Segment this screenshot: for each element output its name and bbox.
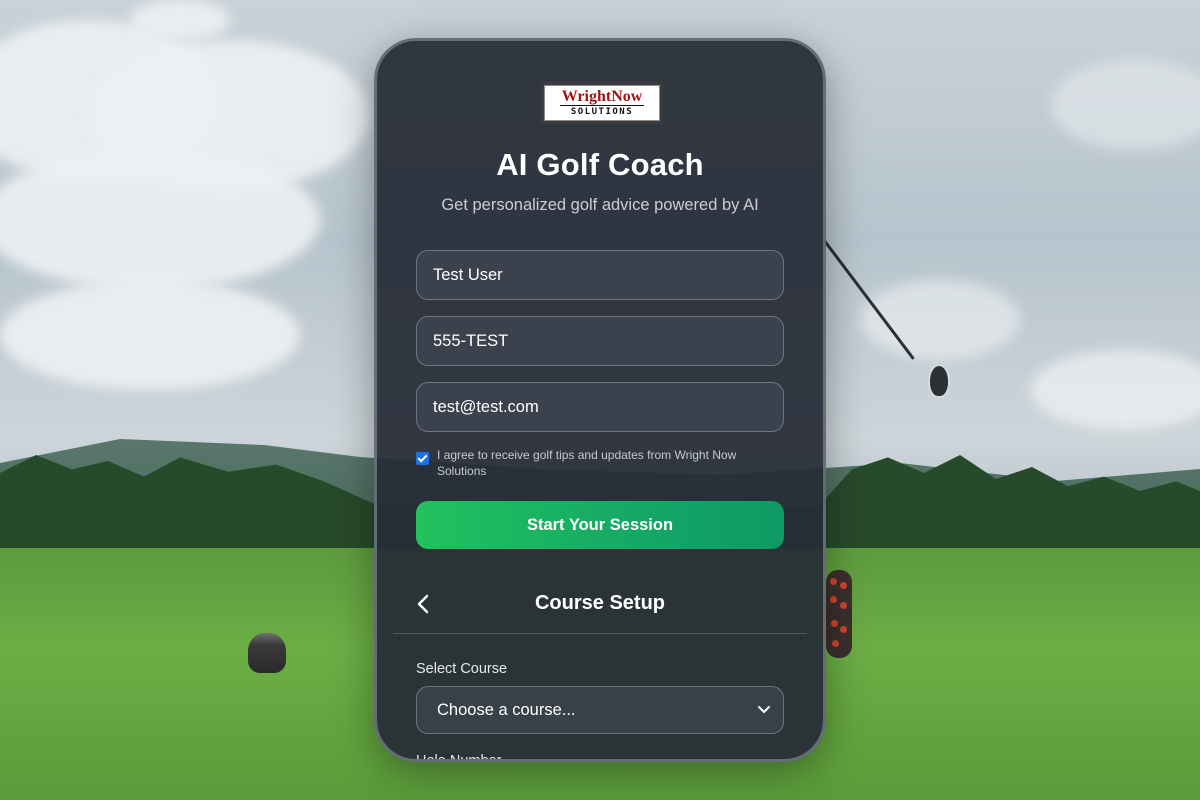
cloud [0, 280, 300, 390]
consent-checkbox[interactable] [416, 452, 429, 465]
start-session-button[interactable]: Start Your Session [416, 501, 784, 549]
name-input[interactable] [416, 250, 784, 300]
course-select-value: Choose a course... [437, 700, 576, 719]
logo-sub-text: SOLUTIONS [570, 106, 634, 117]
cloud [130, 0, 230, 40]
consent-label: I agree to receive golf tips and updates… [437, 448, 737, 478]
golf-club-head [928, 364, 950, 398]
company-logo: WrightNow SOLUTIONS [541, 82, 663, 124]
signup-card: WrightNow SOLUTIONS AI Golf Coach Get pe… [374, 38, 826, 762]
course-select[interactable]: Choose a course... [416, 686, 784, 734]
section-divider [393, 633, 807, 634]
select-course-label: Select Course [416, 661, 508, 677]
course-setup-title: Course Setup [534, 592, 666, 614]
page-subtitle: Get personalized golf advice powered by … [441, 196, 759, 214]
logo-main-text: WrightNow [559, 87, 645, 106]
hole-number-label: Hole Number [416, 753, 502, 762]
page-title: AI Golf Coach [496, 147, 704, 182]
phone-input[interactable] [416, 316, 784, 366]
golf-shoe [826, 570, 852, 658]
chevron-down-icon [758, 706, 770, 713]
consent-row: I agree to receive golf tips and updates… [416, 447, 784, 479]
tee-marker [248, 633, 286, 673]
email-input[interactable] [416, 382, 784, 432]
